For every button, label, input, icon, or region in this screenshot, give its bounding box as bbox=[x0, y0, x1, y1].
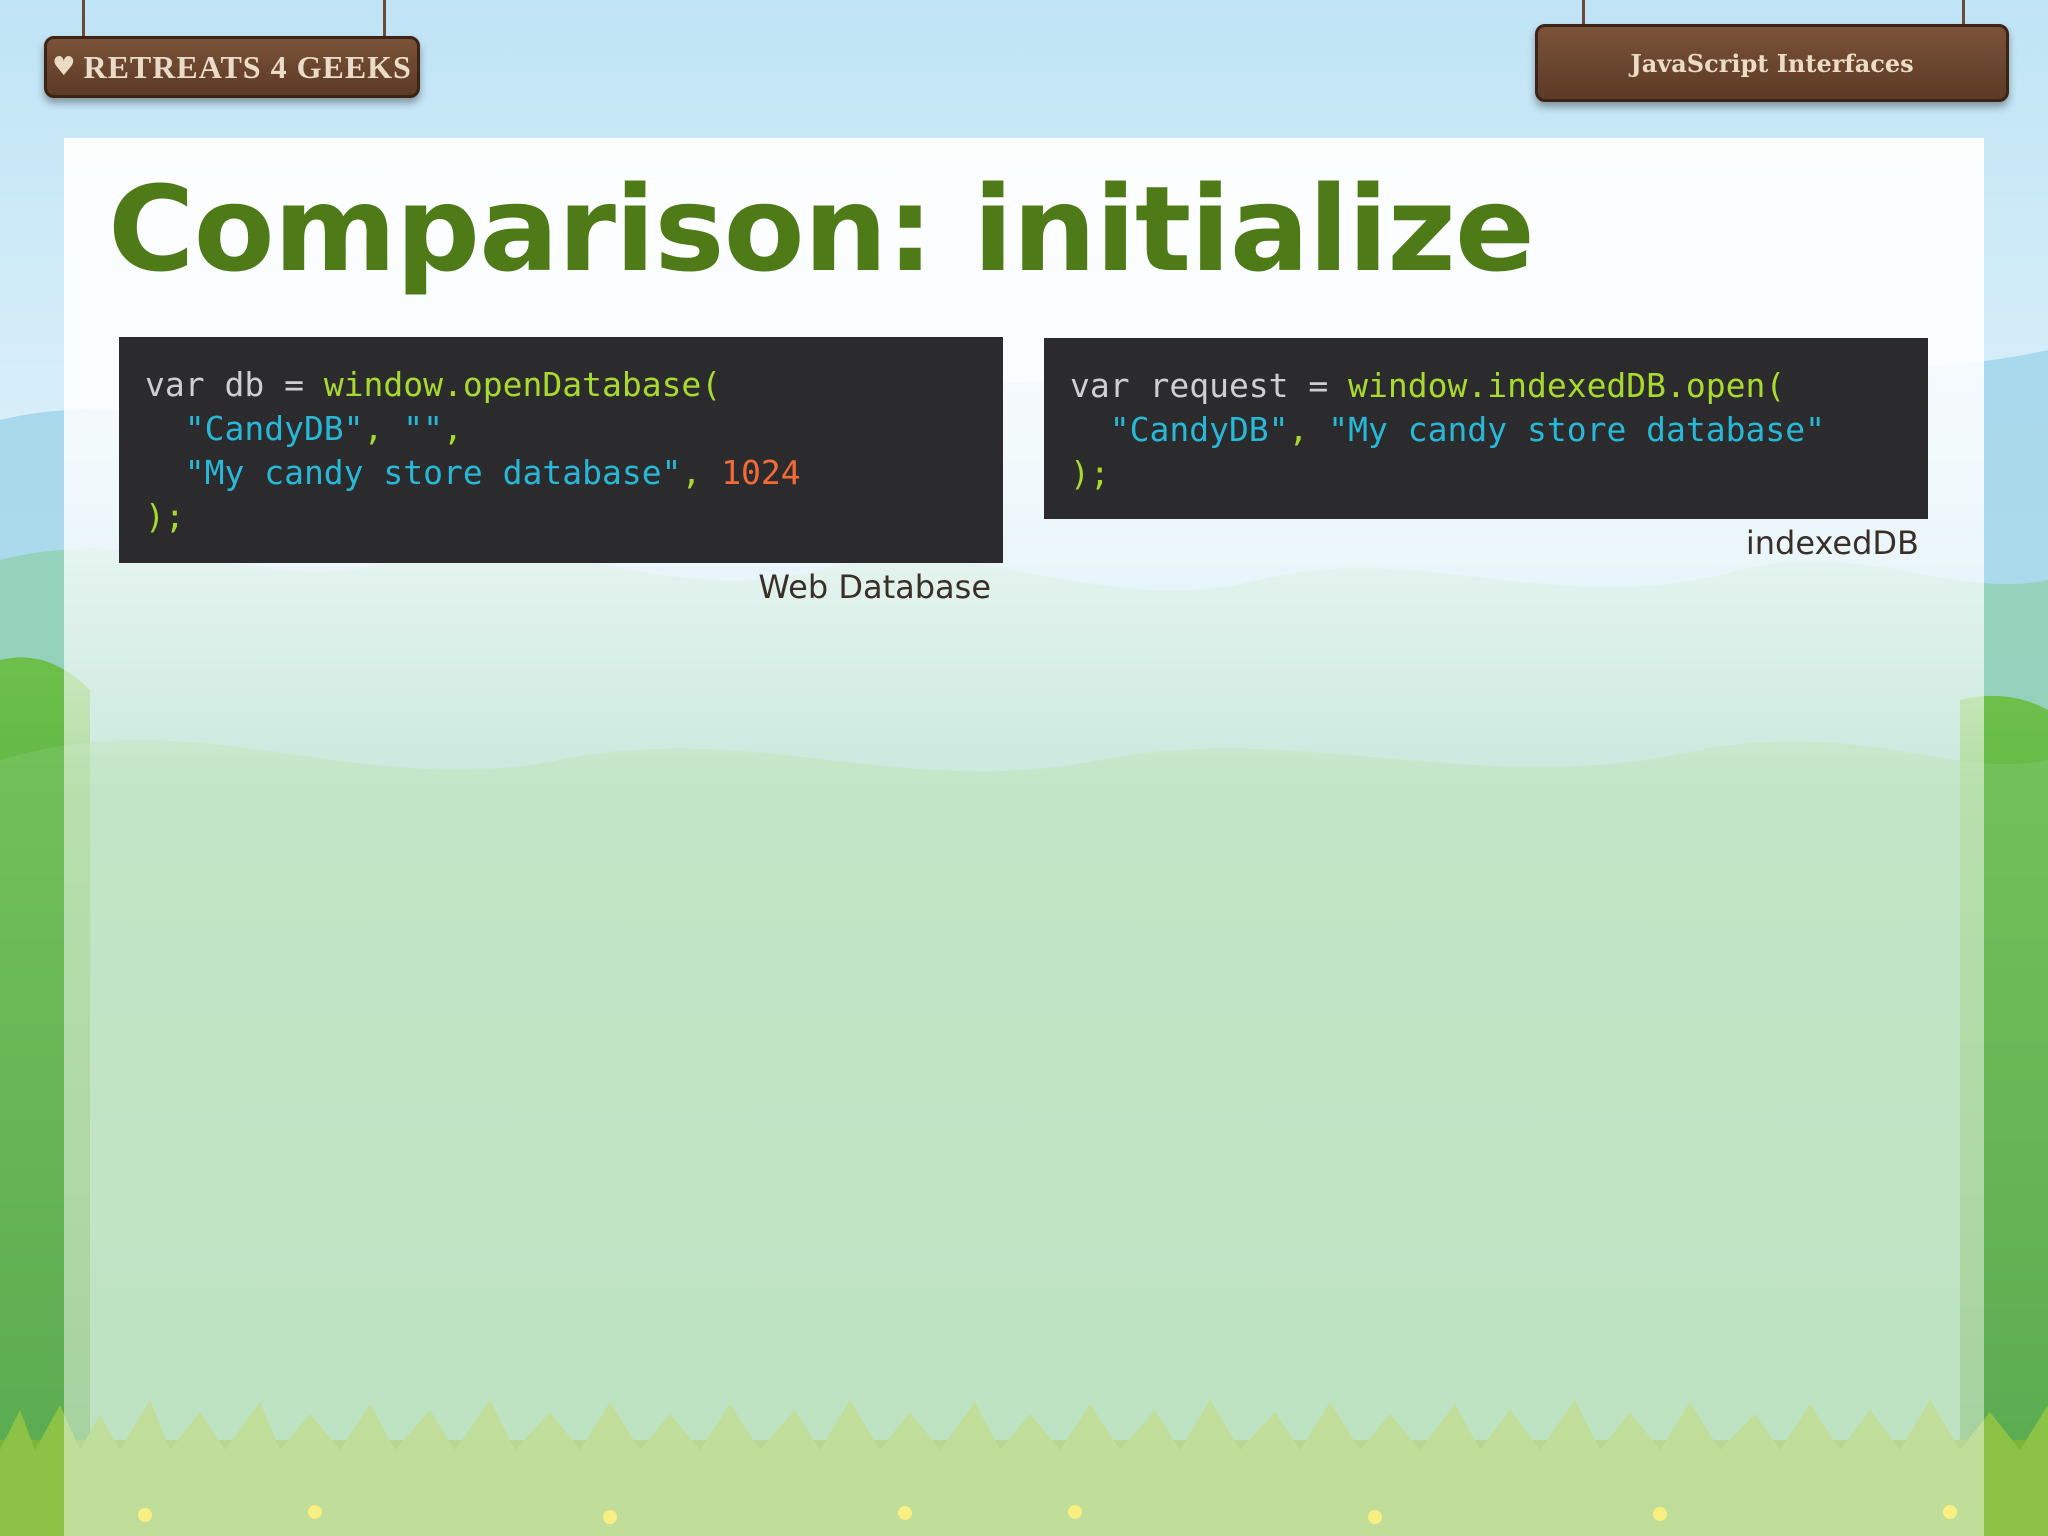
slide-title: Comparison: initialize bbox=[108, 160, 1535, 298]
code-line: var db = window.openDatabase( bbox=[145, 363, 977, 407]
code-line: "CandyDB", "", bbox=[145, 407, 977, 451]
code-token: window.indexedDB.open( bbox=[1348, 366, 1786, 405]
sign-rope bbox=[1582, 0, 1585, 26]
code-token: "My candy store database" bbox=[1328, 410, 1825, 449]
code-token: "" bbox=[403, 409, 444, 448]
sign-rope bbox=[1962, 0, 1965, 26]
sign-rope bbox=[82, 0, 85, 36]
section-sign: JavaScript Interfaces bbox=[1535, 24, 2009, 102]
code-line: "CandyDB", "My candy store database" bbox=[1070, 408, 1902, 452]
code-line: ); bbox=[1070, 452, 1902, 496]
code-token: "CandyDB" bbox=[145, 409, 364, 448]
code-block-indexeddb: var request = window.indexedDB.open( "Ca… bbox=[1044, 338, 1928, 519]
code-token: "CandyDB" bbox=[1070, 410, 1289, 449]
code-token: 1024 bbox=[721, 453, 801, 492]
code-token: "My candy store database" bbox=[145, 453, 682, 492]
heart-icon: ♥ bbox=[52, 52, 76, 82]
code-block-web-database: var db = window.openDatabase( "CandyDB",… bbox=[119, 337, 1003, 563]
code-caption-indexeddb: indexedDB bbox=[1745, 524, 1919, 562]
code-token: , bbox=[681, 453, 722, 492]
code-token: , bbox=[443, 409, 463, 448]
code-token: window.openDatabase( bbox=[323, 365, 722, 404]
sign-rope bbox=[383, 0, 386, 36]
code-line: "My candy store database", 1024 bbox=[145, 451, 977, 495]
code-caption-web-database: Web Database bbox=[758, 568, 991, 606]
code-line: var request = window.indexedDB.open( bbox=[1070, 364, 1902, 408]
code-token: , bbox=[363, 409, 404, 448]
code-line: ); bbox=[145, 495, 977, 539]
code-token: ); bbox=[1070, 454, 1110, 493]
code-token: var request = bbox=[1070, 366, 1349, 405]
logo-sign: ♥ RETREATS 4 GEEKS bbox=[44, 36, 420, 98]
code-token: , bbox=[1288, 410, 1329, 449]
logo-text: RETREATS 4 GEEKS bbox=[83, 48, 412, 85]
code-token: ); bbox=[145, 497, 185, 536]
code-token: var db = bbox=[145, 365, 324, 404]
section-label: JavaScript Interfaces bbox=[1630, 48, 1914, 78]
